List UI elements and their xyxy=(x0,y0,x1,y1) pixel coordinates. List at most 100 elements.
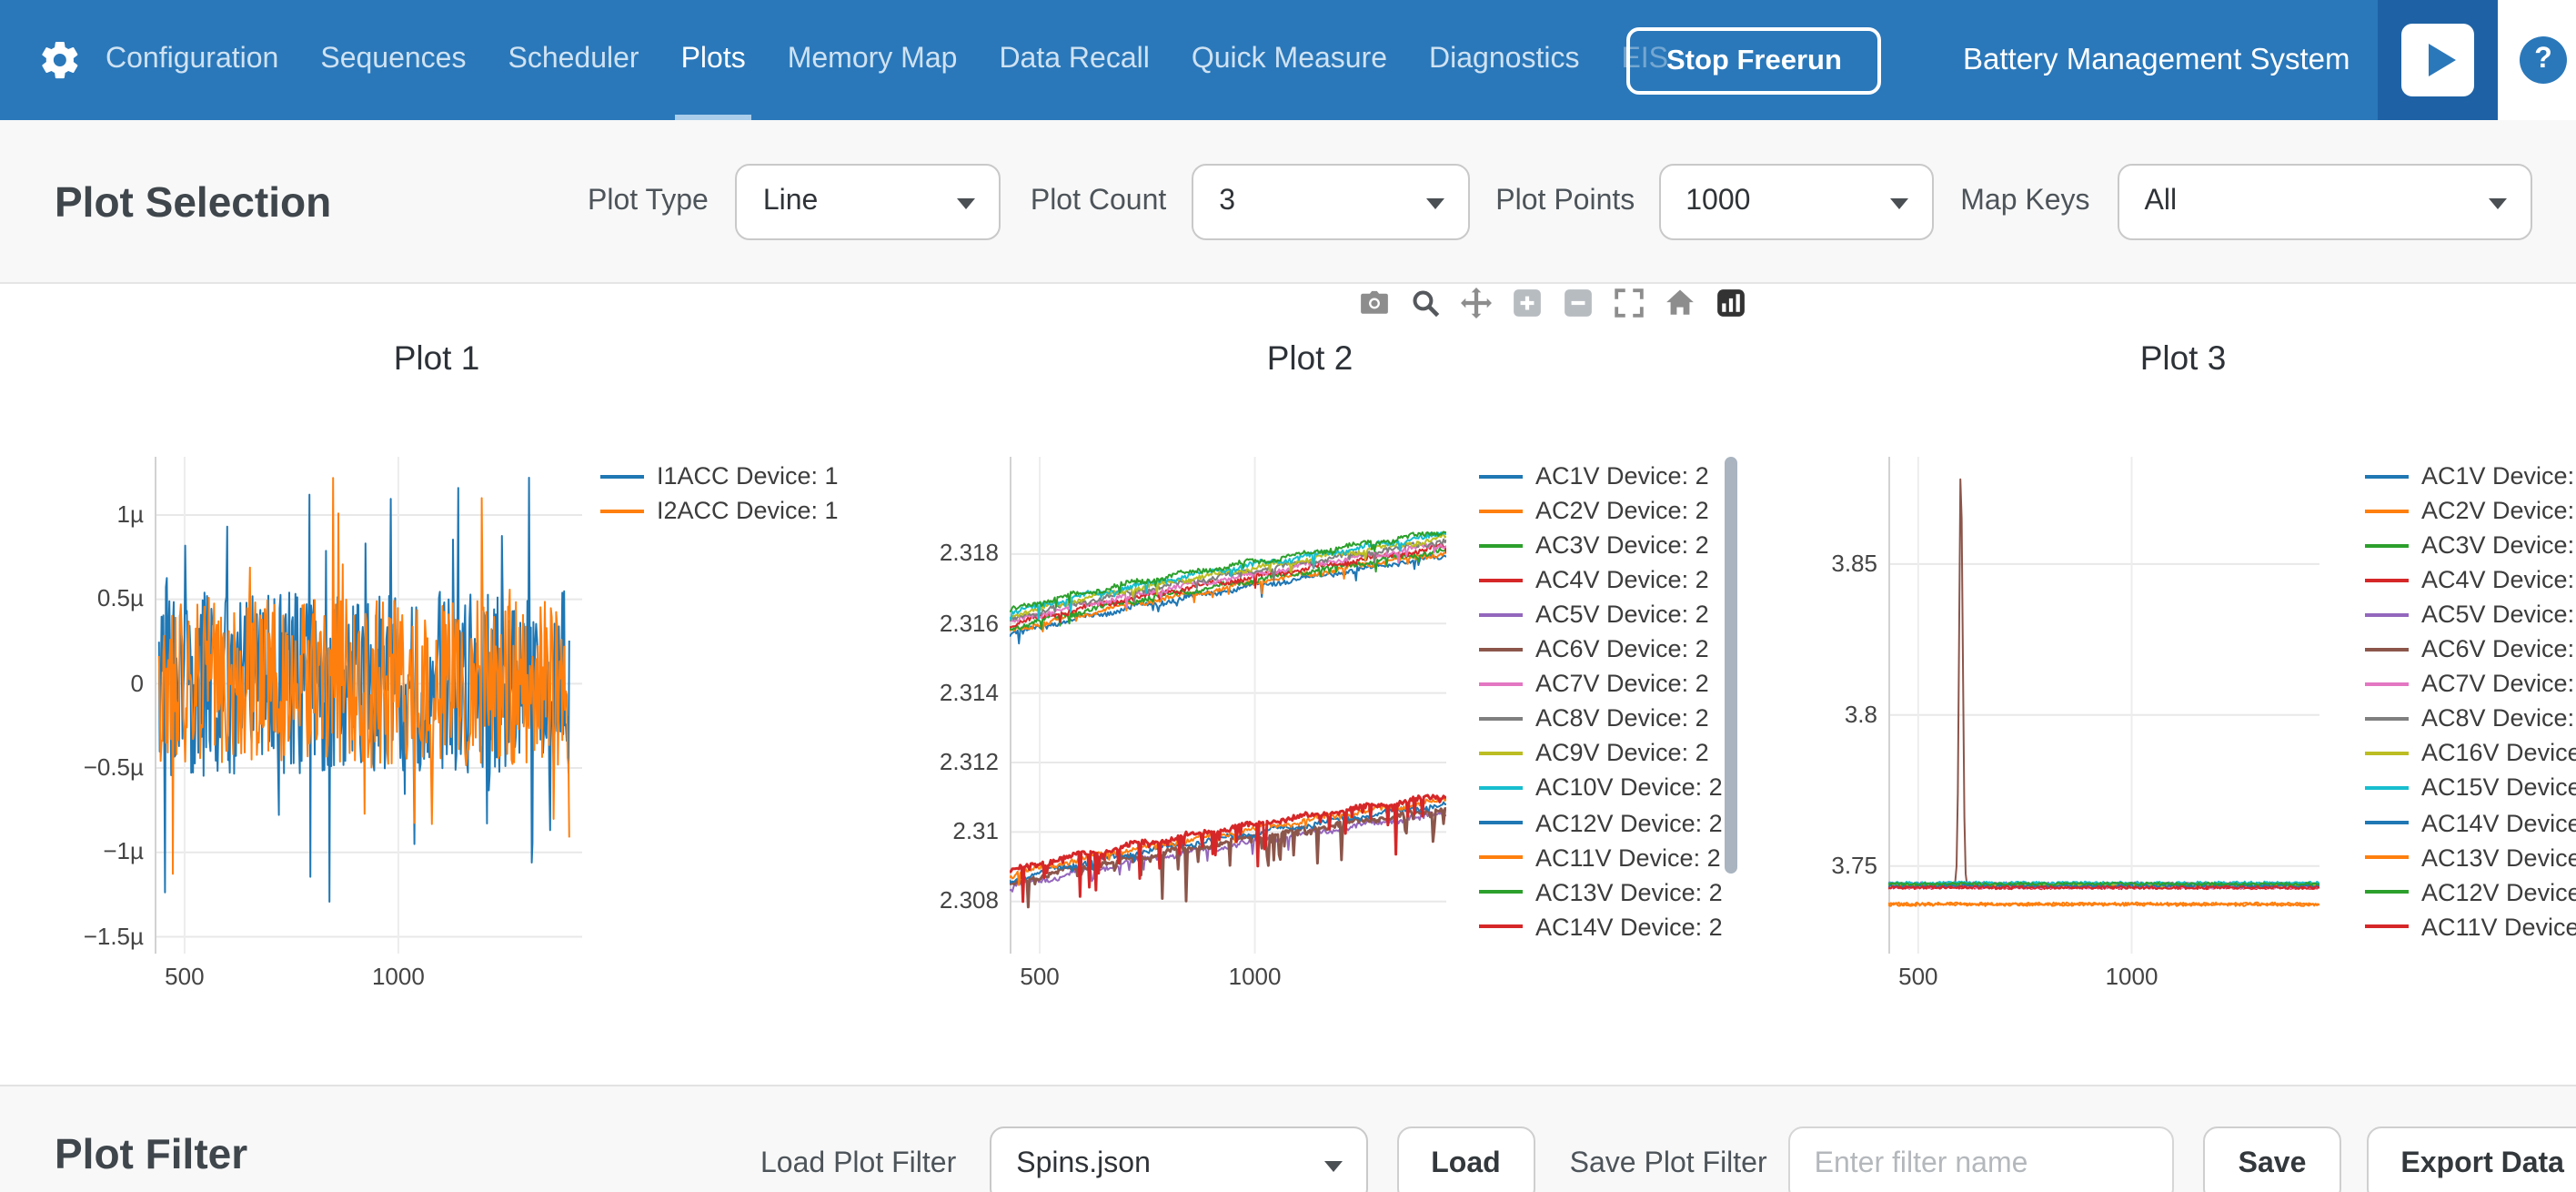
legend-item[interactable]: AC11V Device: xyxy=(2365,909,2576,944)
legend-line-icon xyxy=(2365,717,2409,721)
zoom-in-icon[interactable] xyxy=(1510,286,1543,318)
legend-item-label: AC5V Device: 3 xyxy=(2421,601,2576,628)
legend-item[interactable]: AC12V Device: xyxy=(2365,874,2576,909)
top-nav: Configuration Sequences Scheduler Plots Memo… xyxy=(0,0,2576,120)
save-button[interactable]: Save xyxy=(2204,1126,2341,1192)
legend-item-label: AC12V Device: xyxy=(2421,878,2576,905)
legend-item[interactable]: AC1V Device: 2 xyxy=(1479,459,1709,493)
legend-item-label: AC3V Device: 3 xyxy=(2421,531,2576,559)
legend-item[interactable]: AC13V Device: 2 xyxy=(1479,874,1723,909)
legend-item[interactable]: AC5V Device: 2 xyxy=(1479,597,1709,631)
plot-count-label: Plot Count xyxy=(1031,186,1166,218)
legend-line-icon xyxy=(1479,821,1523,824)
plot-canvas[interactable] xyxy=(1010,457,1446,954)
pan-icon[interactable] xyxy=(1459,286,1492,318)
legend-line-icon xyxy=(2365,752,2409,755)
zoom-icon[interactable] xyxy=(1408,286,1441,318)
legend-item[interactable]: AC3V Device: 3 xyxy=(2365,528,2576,562)
legend-item[interactable]: AC12V Device: 2 xyxy=(1479,805,1723,840)
legend-item[interactable]: AC11V Device: 2 xyxy=(1479,840,1721,874)
y-axis-tick-label: −1µ xyxy=(38,838,144,865)
plot-selection-controls: Plot Type Line Plot Count 3 Plot Points … xyxy=(588,120,2532,284)
filter-file-value: Spins.json xyxy=(1016,1148,1151,1181)
legend-scrollbar[interactable] xyxy=(1725,457,1737,874)
nav-item-diagnostics[interactable]: Diagnostics xyxy=(1429,0,1579,120)
legend-item-label: AC9V Device: 2 xyxy=(1535,740,1709,767)
legend-item[interactable]: AC6V Device: 2 xyxy=(1479,632,1709,667)
help-icon[interactable]: ? xyxy=(2520,36,2567,84)
legend-item[interactable]: AC7V Device: 3 xyxy=(2365,667,2576,702)
legend-item[interactable]: AC15V Device: xyxy=(2365,771,2576,805)
legend-item[interactable]: AC9V Device: 2 xyxy=(1479,736,1709,771)
plot-canvas[interactable] xyxy=(155,457,582,954)
chevron-down-icon xyxy=(1426,198,1444,209)
y-axis-tick-label: 0 xyxy=(38,669,144,696)
y-axis-tick-label: −0.5µ xyxy=(38,753,144,781)
map-keys-value: All xyxy=(2145,186,2178,218)
legend-item[interactable]: AC6V Device: 3 xyxy=(2365,632,2576,667)
filter-name-input[interactable] xyxy=(1789,1126,2175,1192)
legend-line-icon xyxy=(1479,543,1523,547)
legend-item[interactable]: AC14V Device: xyxy=(2365,805,2576,840)
plot-filter-heading: Plot Filter xyxy=(55,1130,247,1179)
plot-type-select[interactable]: Line xyxy=(736,164,1001,240)
plot-selection-heading: Plot Selection xyxy=(55,120,331,284)
nav-item-memory-map[interactable]: Memory Map xyxy=(788,0,958,120)
load-button[interactable]: Load xyxy=(1396,1126,1535,1192)
export-data-button[interactable]: Export Data xyxy=(2366,1126,2576,1192)
plot-points-select[interactable]: 1000 xyxy=(1658,164,1933,240)
nav-item-quick-measure[interactable]: Quick Measure xyxy=(1192,0,1387,120)
legend-item[interactable]: AC8V Device: 2 xyxy=(1479,702,1709,736)
plot-canvas[interactable] xyxy=(1888,457,2319,954)
help-strip: ? xyxy=(2498,0,2576,120)
toggle-spikelines-icon[interactable] xyxy=(1714,286,1746,318)
legend-item-label: AC3V Device: 2 xyxy=(1535,531,1709,559)
play-button[interactable] xyxy=(2401,24,2474,96)
legend-item[interactable]: AC10V Device: 2 xyxy=(1479,771,1723,805)
legend-item[interactable]: AC5V Device: 3 xyxy=(2365,597,2576,631)
legend-line-icon xyxy=(2365,509,2409,512)
play-panel xyxy=(2378,0,2498,120)
zoom-out-icon[interactable] xyxy=(1561,286,1594,318)
legend-item[interactable]: AC8V Device: 3 xyxy=(2365,702,2576,736)
reset-axes-home-icon[interactable] xyxy=(1663,286,1696,318)
plot-count-value: 3 xyxy=(1219,186,1235,218)
autoscale-icon[interactable] xyxy=(1612,286,1645,318)
legend-line-icon xyxy=(1479,855,1523,859)
map-keys-select[interactable]: All xyxy=(2118,164,2532,240)
legend-item[interactable]: AC16V Device: xyxy=(2365,736,2576,771)
legend-item[interactable]: I1ACC Device: 1 xyxy=(600,459,839,493)
plot-count-select[interactable]: 3 xyxy=(1192,164,1470,240)
legend-line-icon xyxy=(1479,924,1523,928)
y-axis-tick-label: 2.316 xyxy=(893,609,999,636)
camera-icon[interactable] xyxy=(1357,286,1390,318)
legend-item[interactable]: AC2V Device: 2 xyxy=(1479,493,1709,528)
legend-item[interactable]: I2ACC Device: 1 xyxy=(600,494,839,529)
nav-item-scheduler[interactable]: Scheduler xyxy=(508,0,639,120)
legend-line-icon xyxy=(2365,924,2409,928)
nav-menu: Configuration Sequences Scheduler Plots Memo… xyxy=(106,0,1668,120)
legend-item[interactable]: AC14V Device: 2 xyxy=(1479,909,1723,944)
legend-item[interactable]: AC4V Device: 3 xyxy=(2365,562,2576,597)
nav-item-configuration[interactable]: Configuration xyxy=(106,0,278,120)
nav-item-sequences[interactable]: Sequences xyxy=(320,0,466,120)
chevron-down-icon xyxy=(1323,1161,1342,1172)
legend-item-label: AC8V Device: 3 xyxy=(2421,705,2576,732)
filter-file-select[interactable]: Spins.json xyxy=(989,1126,1367,1192)
legend-item-label: AC6V Device: 2 xyxy=(1535,636,1709,663)
legend-item-label: AC14V Device: xyxy=(2421,809,2576,836)
nav-item-data-recall[interactable]: Data Recall xyxy=(999,0,1149,120)
settings-gear-icon[interactable] xyxy=(38,38,82,82)
nav-item-plots[interactable]: Plots xyxy=(681,0,746,120)
legend-item-label: AC11V Device: xyxy=(2421,913,2576,940)
legend-item[interactable]: AC3V Device: 2 xyxy=(1479,528,1709,562)
legend-item[interactable]: AC2V Device: 3 xyxy=(2365,493,2576,528)
legend-line-icon xyxy=(2365,890,2409,894)
legend-item[interactable]: AC1V Device: 3 xyxy=(2365,459,2576,493)
legend-item[interactable]: AC4V Device: 2 xyxy=(1479,562,1709,597)
legend-item[interactable]: AC13V Device: xyxy=(2365,840,2576,874)
legend-item[interactable]: AC7V Device: 2 xyxy=(1479,667,1709,702)
y-axis-tick-label: 3.75 xyxy=(1772,852,1877,879)
stop-freerun-button[interactable]: Stop Freerun xyxy=(1626,27,1882,95)
x-axis-tick-label: 1000 xyxy=(1229,963,1282,990)
